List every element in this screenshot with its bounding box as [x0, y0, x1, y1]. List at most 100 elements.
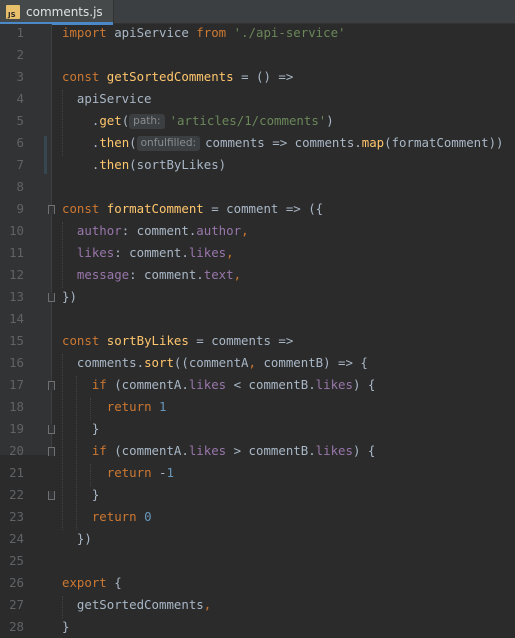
fold-end-icon[interactable]	[48, 293, 55, 302]
code-token: }	[62, 619, 70, 634]
code-token: export	[62, 575, 107, 590]
code-token: text	[203, 267, 234, 282]
line-number: 6	[16, 135, 24, 150]
code-token: : comment.	[129, 267, 204, 282]
code-token: })	[76, 531, 92, 546]
code-line[interactable]: 22 }	[0, 484, 515, 506]
code-line[interactable]: 4 apiService	[0, 88, 515, 110]
code-editor[interactable]: 1 import apiService from './api-service' 2…	[0, 22, 515, 634]
code-line[interactable]: 3 const getSortedComments = () =>	[0, 66, 515, 88]
code-token: (commentA.	[106, 443, 189, 458]
line-number: 8	[16, 179, 24, 194]
code-line[interactable]: 28}	[0, 616, 515, 638]
code-token: getSortedComments	[106, 69, 234, 84]
code-token: if	[91, 443, 107, 458]
code-token: = comment => ({	[203, 201, 324, 216]
code-line[interactable]: 7 .then(sortByLikes)	[0, 154, 515, 176]
tab-comments-js[interactable]: JS comments.js	[0, 0, 114, 25]
code-token: likes	[315, 443, 353, 458]
code-line[interactable]: 27 getSortedComments,	[0, 594, 515, 616]
code-token: : comment.	[114, 245, 189, 260]
indent-guide	[62, 596, 63, 618]
code-text: .then(sortByLikes)	[62, 154, 226, 176]
code-token: (sortByLikes)	[129, 157, 227, 172]
code-text: const getSortedComments = () =>	[62, 66, 293, 88]
code-line[interactable]: 10 author: comment.author,	[0, 220, 515, 242]
code-line[interactable]: 15 const sortByLikes = comments =>	[0, 330, 515, 352]
code-token: {	[106, 575, 122, 590]
code-token: get	[99, 113, 122, 128]
code-line[interactable]: 12 message: comment.text,	[0, 264, 515, 286]
line-number: 19	[9, 421, 24, 436]
code-token: sort	[144, 355, 174, 370]
editor-tab-bar: JS comments.js	[0, 0, 515, 25]
code-line[interactable]: 13})	[0, 286, 515, 308]
line-number: 18	[9, 399, 24, 414]
code-line[interactable]: 14	[0, 308, 515, 330]
code-token: 0	[144, 509, 152, 524]
code-text: }	[62, 418, 99, 440]
line-number: 24	[9, 531, 24, 546]
code-text: .get(path:'articles/1/comments')	[62, 110, 334, 132]
fold-end-icon[interactable]	[48, 425, 55, 434]
code-line[interactable]: 2	[0, 44, 515, 66]
code-token: (	[121, 113, 130, 128]
code-token: likes	[188, 377, 227, 392]
code-text: }	[62, 484, 99, 506]
code-token: return	[91, 509, 137, 524]
code-line[interactable]: 16 comments.sort((commentA, commentB) =>…	[0, 352, 515, 374]
code-token: likes	[76, 245, 115, 260]
code-token: )	[326, 113, 334, 128]
code-line[interactable]: 18 return 1	[0, 396, 515, 418]
code-token: if	[91, 377, 107, 392]
code-text: message: comment.text,	[62, 264, 241, 286]
code-line[interactable]: 9 const formatComment = comment => ({	[0, 198, 515, 220]
line-number: 4	[16, 91, 24, 106]
parameter-hint: onfulfilled:	[136, 136, 201, 151]
code-line[interactable]: 24 })	[0, 528, 515, 550]
js-file-icon-label: JS	[8, 11, 16, 19]
code-line[interactable]: 21 return -1	[0, 462, 515, 484]
code-line[interactable]: 1 import apiService from './api-service'	[0, 22, 515, 44]
code-token: then	[99, 157, 130, 172]
indent-guide	[62, 90, 63, 156]
parameter-hint: path:	[129, 114, 165, 129]
fold-end-icon[interactable]	[48, 491, 55, 500]
indent-guide	[62, 222, 63, 288]
code-token: likes	[188, 245, 227, 260]
code-token: message	[76, 267, 130, 282]
code-line[interactable]: 11 likes: comment.likes,	[0, 242, 515, 264]
fold-start-icon[interactable]	[48, 381, 55, 390]
code-text: })	[62, 528, 92, 550]
code-line[interactable]: 23 return 0	[0, 506, 515, 528]
line-number: 15	[9, 333, 24, 348]
code-text: .then(onfulfilled: comments => comments.m…	[62, 132, 504, 154]
code-line[interactable]: 6 .then(onfulfilled: comments => comments…	[0, 132, 515, 154]
code-line[interactable]: 8	[0, 176, 515, 198]
line-number: 20	[9, 443, 24, 458]
code-token: ,	[241, 223, 249, 238]
indent-guide	[90, 464, 91, 486]
code-line[interactable]: 26 export {	[0, 572, 515, 594]
code-text: import apiService from './api-service'	[62, 22, 346, 44]
code-line[interactable]: 25	[0, 550, 515, 572]
code-token: ,	[248, 355, 256, 370]
code-token: -	[151, 465, 167, 480]
code-line[interactable]: 17 if (commentA.likes < commentB.likes) …	[0, 374, 515, 396]
code-token: (	[129, 135, 137, 150]
code-line[interactable]: 5 .get(path:'articles/1/comments')	[0, 110, 515, 132]
fold-start-icon[interactable]	[48, 205, 55, 214]
code-line[interactable]: 20 if (commentA.likes > commentB.likes) …	[0, 440, 515, 462]
code-token: const	[62, 333, 100, 348]
line-number: 3	[16, 69, 24, 84]
code-token: comments => comments.	[205, 135, 362, 150]
code-line[interactable]: 19 }	[0, 418, 515, 440]
